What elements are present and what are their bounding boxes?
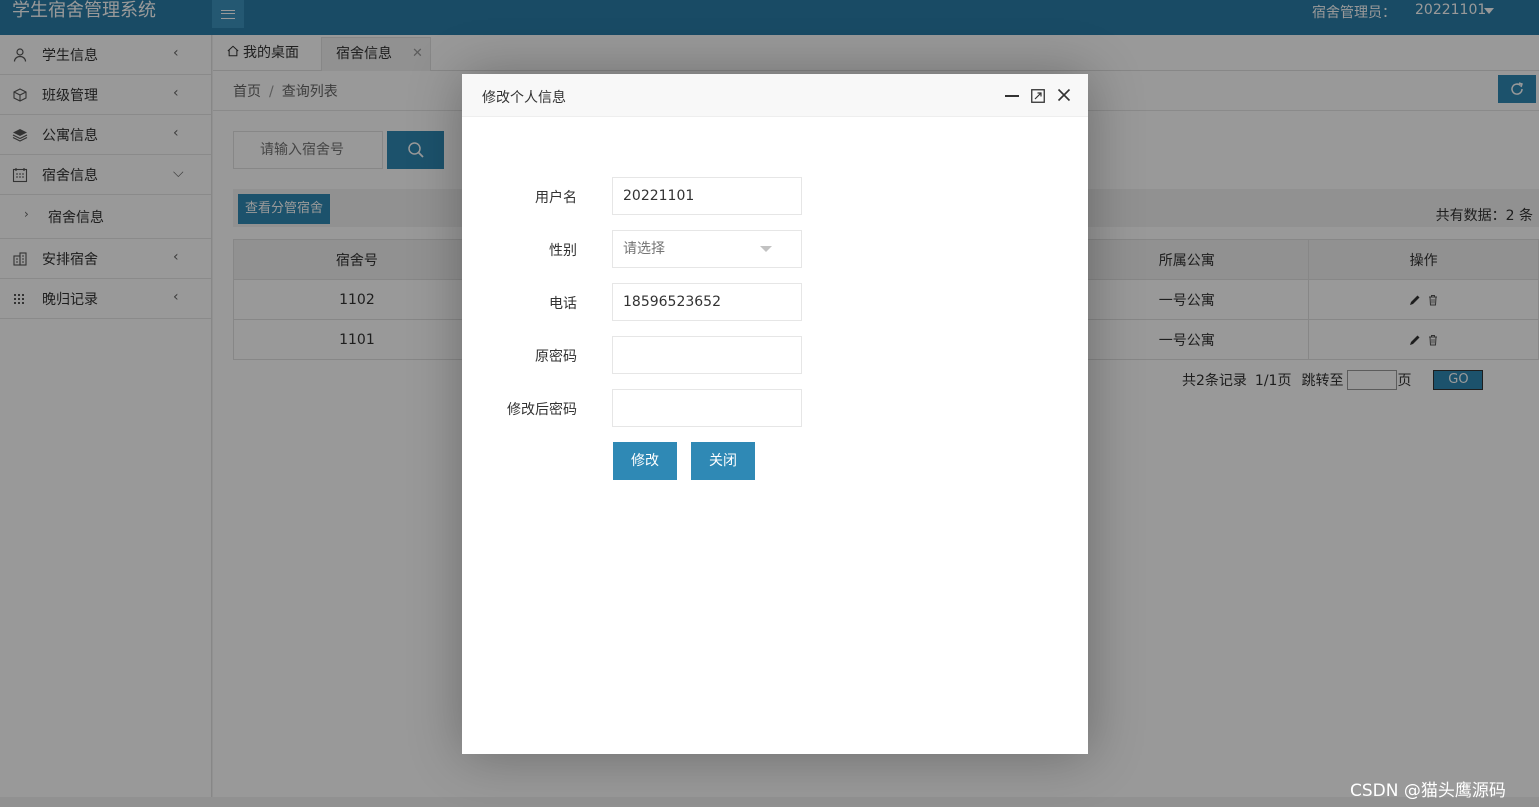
username-field[interactable]: 20221101 (612, 177, 802, 215)
dialog-title: 修改个人信息 (482, 90, 566, 106)
username-row: 用户名 20221101 (462, 177, 1088, 215)
phone-field[interactable]: 18596523652 (612, 283, 802, 321)
old-password-label: 原密码 (535, 349, 577, 365)
old-password-row: 原密码 (462, 336, 1088, 374)
phone-label: 电话 (549, 296, 577, 312)
gender-select[interactable]: 请选择 (612, 230, 802, 268)
close-icon[interactable] (1057, 88, 1071, 102)
gender-select-value: 请选择 (623, 241, 665, 257)
caret-down-icon (760, 246, 772, 252)
old-password-field[interactable] (612, 336, 802, 374)
edit-profile-dialog: 修改个人信息 用户名 20221101 性别 请选择 电话 1859652365… (462, 74, 1088, 754)
minimize-icon[interactable] (1005, 95, 1019, 97)
gender-row: 性别 请选择 (462, 230, 1088, 268)
submit-button[interactable]: 修改 (613, 442, 677, 480)
gender-label: 性别 (549, 243, 577, 259)
maximize-icon[interactable] (1031, 89, 1045, 103)
watermark-text: CSDN @猫头鹰源码 (1350, 781, 1506, 801)
username-label: 用户名 (535, 190, 577, 206)
close-button[interactable]: 关闭 (691, 442, 755, 480)
new-password-row: 修改后密码 (462, 389, 1088, 427)
phone-row: 电话 18596523652 (462, 283, 1088, 321)
new-password-label: 修改后密码 (507, 402, 577, 418)
dialog-header: 修改个人信息 (462, 74, 1088, 117)
new-password-field[interactable] (612, 389, 802, 427)
